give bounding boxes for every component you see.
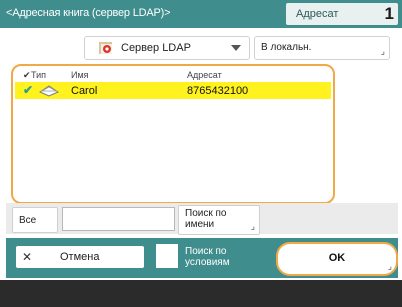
search-by-conditions-button[interactable]: Поиск по условиям — [156, 241, 272, 274]
search-by-conditions-label: Поиск по условиям — [185, 246, 230, 268]
recipient-tab-label: Адресат — [296, 8, 339, 20]
action-bar: ✕ Отмена Поиск по условиям OK ⌟ — [6, 238, 398, 278]
address-list[interactable]: ✔ Тип Имя Адресат ✔ Carol 8765432100 — [11, 64, 335, 204]
column-name: Имя — [71, 70, 89, 80]
header-bar: <Адресная книга (сервер LDAP)> Адресат 1 — [0, 0, 402, 28]
ok-label: OK — [328, 252, 346, 264]
chevron-down-icon — [231, 45, 241, 51]
show-all-label: Все — [19, 215, 37, 226]
corner-arrow-icon: ⌟ — [380, 46, 385, 56]
list-item[interactable]: ✔ Carol 8765432100 — [15, 82, 331, 99]
address-source-dropdown[interactable]: Сервер LDAP — [84, 36, 250, 60]
column-address: Адресат — [187, 70, 222, 80]
column-type: Тип — [31, 70, 47, 80]
check-column-icon: ✔ — [23, 70, 31, 80]
entry-address: 8765432100 — [187, 85, 249, 97]
footer-bar — [0, 280, 402, 307]
search-by-name-label: Поиск по имени — [185, 208, 227, 230]
address-book-icon — [99, 42, 112, 54]
cancel-label: Отмена — [60, 251, 100, 263]
search-strip: Все Поиск по имени ⌟ — [6, 203, 398, 235]
address-book-entry-icon — [39, 85, 59, 97]
entry-name: Carol — [71, 85, 98, 97]
close-icon: ✕ — [22, 250, 33, 264]
show-all-button[interactable]: Все — [12, 207, 58, 233]
register-local-button[interactable]: В локальн. ⌟ — [254, 36, 390, 60]
search-by-name-button[interactable]: Поиск по имени ⌟ — [178, 205, 260, 235]
address-book-screen: <Адресная книга (сервер LDAP)> Адресат 1… — [0, 0, 402, 307]
corner-arrow-icon: ⌟ — [250, 221, 255, 231]
page-title: <Адресная книга (сервер LDAP)> — [6, 7, 171, 19]
register-local-label: В локальн. — [261, 42, 312, 53]
search-input[interactable] — [62, 207, 175, 231]
cancel-button[interactable]: ✕ Отмена — [16, 246, 144, 268]
address-source-label: Сервер LDAP — [121, 42, 191, 54]
recipient-count: 1 — [384, 4, 394, 23]
recipient-tab[interactable]: Адресат 1 — [286, 3, 398, 25]
ok-button[interactable]: OK ⌟ — [276, 242, 398, 276]
corner-arrow-icon: ⌟ — [387, 261, 392, 271]
checkbox-square — [156, 244, 178, 268]
list-header: ✔ Тип Имя Адресат — [15, 68, 331, 81]
check-icon: ✔ — [23, 83, 34, 97]
